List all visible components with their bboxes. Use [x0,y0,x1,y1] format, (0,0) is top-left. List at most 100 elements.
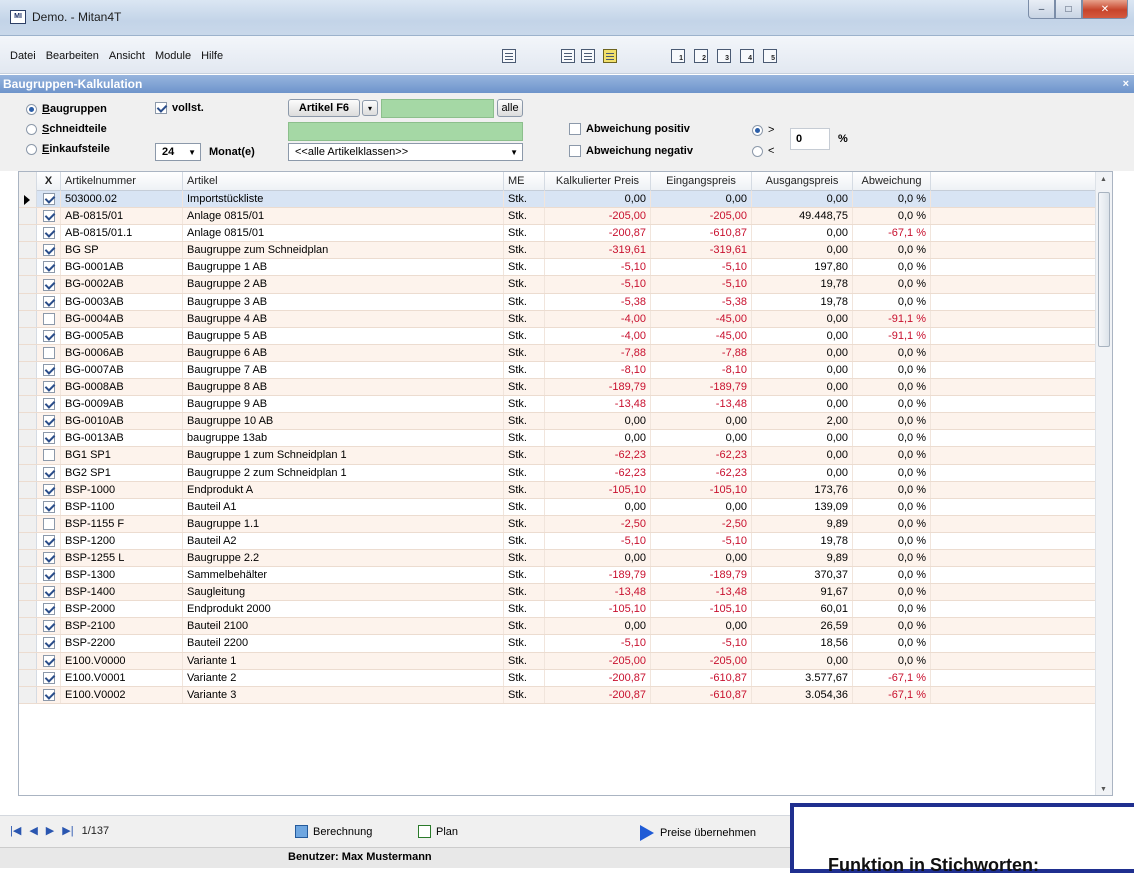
radio-dot[interactable] [752,145,763,157]
row-selector[interactable] [19,498,37,515]
row-checkbox[interactable] [42,534,55,547]
row-checkbox-cell[interactable] [37,618,61,635]
row-checkbox[interactable] [42,415,55,428]
table-row[interactable]: BSP-1255 L Baugruppe 2.2 Stk. 0,00 0,00 9,89 0… [19,549,1112,568]
row-checkbox[interactable] [42,227,55,240]
row-checkbox-cell[interactable] [37,259,61,276]
row-selector[interactable] [19,584,37,601]
form-3-icon[interactable]: 3 [717,49,731,63]
row-selector[interactable] [19,379,37,396]
abweichung-negativ-checkbox[interactable]: Abweichung negativ [569,145,693,157]
row-checkbox-cell[interactable] [37,242,61,259]
col-ausgangspreis[interactable]: Ausgangspreis [752,172,853,191]
row-selector[interactable] [19,293,37,310]
radio-einkaufsteile[interactable]: Einkaufsteile [26,143,110,155]
table-row[interactable]: BG-0010AB Baugruppe 10 AB Stk. 0,00 0,00 2,00… [19,413,1112,431]
scroll-up-icon[interactable]: ▲ [1100,176,1107,183]
row-checkbox[interactable] [42,261,55,274]
row-checkbox-cell[interactable] [37,601,61,618]
row-checkbox-cell[interactable] [37,584,61,601]
table-row[interactable]: BG-0008AB Baugruppe 8 AB Stk. -189,79 -189,7… [19,379,1112,397]
threshold-input[interactable]: 0 [790,128,830,150]
row-checkbox[interactable] [42,432,55,445]
radio-less[interactable]: < [752,145,774,157]
row-checkbox-cell[interactable] [37,652,61,669]
table-row[interactable]: BG-0013AB baugruppe 13ab Stk. 0,00 0,00 0,00 0… [19,430,1112,448]
row-selector[interactable] [19,396,37,413]
table-row[interactable]: E100.V0002 Variante 3 Stk. -200,87 -610,87 3.… [19,686,1112,704]
prev-record-icon[interactable]: ◀ [29,824,37,837]
row-checkbox-cell[interactable] [37,379,61,396]
row-checkbox[interactable] [42,363,55,376]
menu-module[interactable]: Module [151,48,195,64]
row-selector[interactable] [19,259,37,276]
row-checkbox-cell[interactable] [37,567,61,584]
months-select[interactable]: 24 ▼ [155,143,201,161]
table-row[interactable]: AB-0815/01.1 Anlage 0815/01 Stk. -200,87 -61… [19,225,1112,243]
table-row[interactable]: E100.V0000 Variante 1 Stk. -205,00 -205,00 0,… [19,652,1112,670]
row-selector[interactable] [19,191,37,208]
close-button[interactable]: ✕ [1082,0,1128,19]
col-eingangspreis[interactable]: Eingangspreis [651,172,752,191]
menu-ansicht[interactable]: Ansicht [105,48,149,64]
panel-close-icon[interactable]: × [1123,75,1129,93]
radio-greater[interactable]: > [752,124,774,136]
form-2-icon[interactable]: 2 [694,49,708,63]
table-row[interactable]: BG-0005AB Baugruppe 5 AB Stk. -4,00 -45,00 0,… [19,327,1112,345]
row-checkbox[interactable] [42,449,55,462]
row-selector[interactable] [19,447,37,464]
artikel-f6-button[interactable]: Artikel F6 [288,99,360,117]
row-checkbox[interactable] [42,295,55,308]
table-row[interactable]: BSP-1300 Sammelbehälter Stk. -189,79 -189,79… [19,567,1112,585]
row-checkbox-cell[interactable] [37,225,61,242]
row-selector[interactable] [19,413,37,430]
table-row[interactable]: BSP-2000 Endprodukt 2000 Stk. -105,10 -105,1… [19,601,1112,619]
row-checkbox-cell[interactable] [37,498,61,515]
table-row[interactable]: 503000.02 Importstückliste Stk. 0,00 0,00 0,0… [19,191,1112,209]
row-checkbox-cell[interactable] [37,532,61,549]
row-selector[interactable] [19,430,37,447]
table-row[interactable]: BSP-1100 Bauteil A1 Stk. 0,00 0,00 139,09 0,0 … [19,498,1112,516]
negativ-check[interactable] [569,145,581,157]
scroll-thumb[interactable] [1098,192,1110,347]
radio-dot[interactable] [26,123,37,135]
next-record-icon[interactable]: ▶ [46,824,54,837]
row-checkbox[interactable] [42,500,55,513]
row-checkbox-cell[interactable] [37,327,61,344]
form-5-icon[interactable]: 5 [763,49,777,63]
first-record-icon[interactable]: |◀ [10,824,21,837]
table-row[interactable]: BSP-1000 Endprodukt A Stk. -105,10 -105,10 17… [19,481,1112,499]
artikelklassen-select[interactable]: <<alle Artikelklassen>> ▼ [288,143,523,161]
row-selector[interactable] [19,635,37,652]
artikel-input[interactable] [381,99,494,118]
row-checkbox[interactable] [42,312,55,325]
table-row[interactable]: BG-0003AB Baugruppe 3 AB Stk. -5,38 -5,38 19,… [19,293,1112,311]
scroll-down-icon[interactable]: ▼ [1100,786,1107,793]
radio-dot[interactable] [26,103,37,115]
row-selector[interactable] [19,549,37,567]
row-selector[interactable] [19,686,37,703]
table-row[interactable]: AB-0815/01 Anlage 0815/01 Stk. -205,00 -205,… [19,208,1112,226]
table-icon-2[interactable] [581,49,595,63]
row-checkbox[interactable] [42,637,55,650]
radio-dot[interactable] [26,143,37,155]
table-row[interactable]: BSP-1400 Saugleitung Stk. -13,48 -13,48 91,67… [19,584,1112,602]
row-checkbox-cell[interactable] [37,686,61,703]
row-checkbox[interactable] [42,278,55,291]
row-checkbox-cell[interactable] [37,464,61,481]
row-checkbox-cell[interactable] [37,191,61,208]
table-row[interactable]: BG SP Baugruppe zum Schneidplan Stk. -319,6… [19,242,1112,260]
row-checkbox-cell[interactable] [37,669,61,686]
row-selector[interactable] [19,601,37,618]
row-checkbox-cell[interactable] [37,549,61,567]
table-row[interactable]: BG-0009AB Baugruppe 9 AB Stk. -13,48 -13,48 0… [19,396,1112,414]
abweichung-positiv-checkbox[interactable]: Abweichung positiv [569,123,690,135]
table-row[interactable]: BG-0006AB Baugruppe 6 AB Stk. -7,88 -7,88 0,0… [19,344,1112,362]
list-icon[interactable] [502,49,516,63]
row-checkbox-cell[interactable] [37,310,61,327]
preise-uebernehmen-button[interactable]: Preise übernehmen [640,825,756,841]
row-selector[interactable] [19,327,37,344]
row-selector[interactable] [19,276,37,293]
row-selector[interactable] [19,652,37,669]
col-artikel[interactable]: Artikel [183,172,504,191]
